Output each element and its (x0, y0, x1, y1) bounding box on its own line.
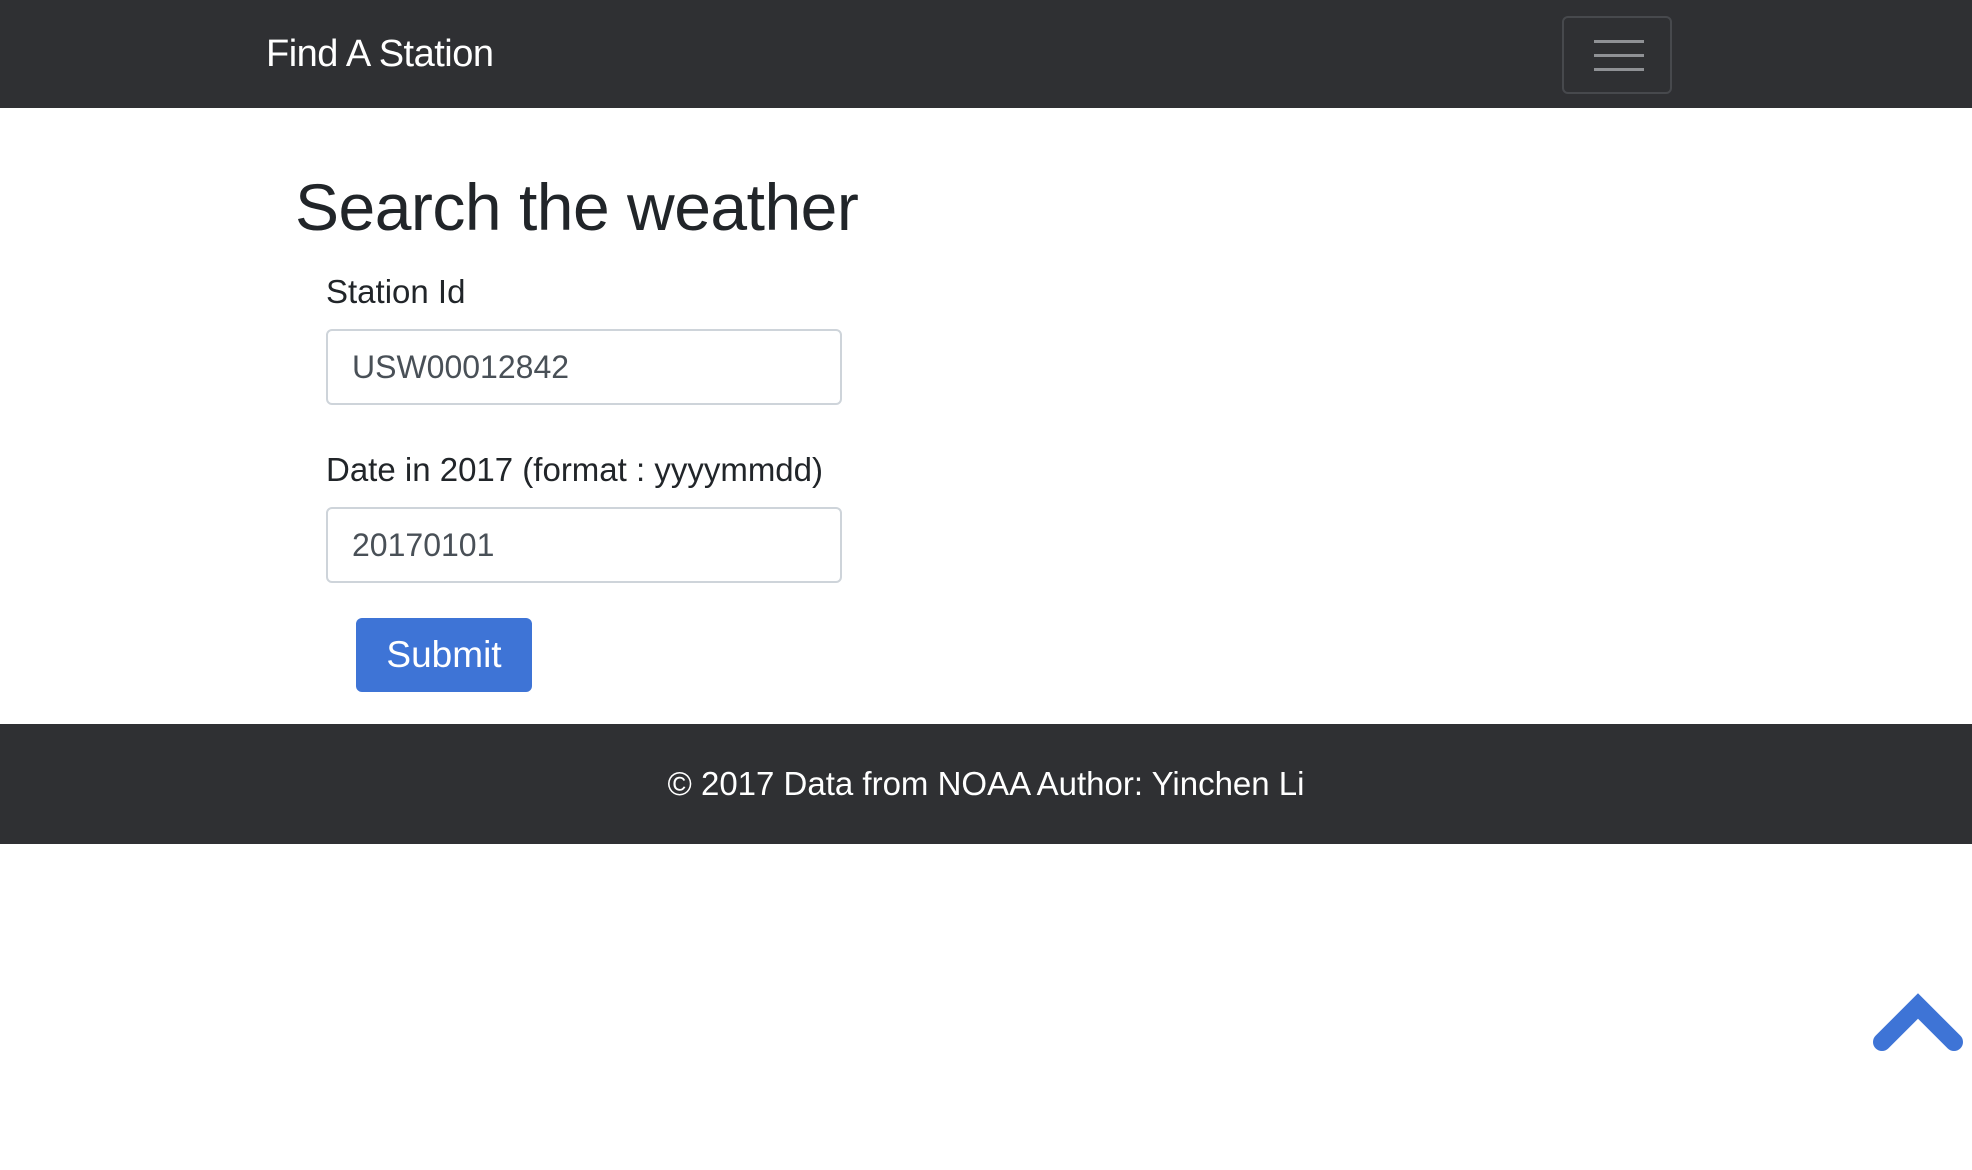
date-input[interactable] (326, 507, 842, 583)
top-navbar: Find A Station (0, 0, 1972, 108)
station-id-input[interactable] (326, 329, 842, 405)
navbar-toggle-button[interactable] (1562, 16, 1672, 94)
chevron-up-icon (1873, 993, 1963, 1051)
date-label: Date in 2017 (format : yyyymmdd) (326, 451, 823, 488)
page-title: Search the weather (295, 170, 859, 244)
navbar-brand[interactable]: Find A Station (266, 29, 494, 79)
page-footer: © 2017 Data from NOAA Author: Yinchen Li (0, 724, 1972, 844)
footer-credits: © 2017 Data from NOAA Author: Yinchen Li (667, 765, 1305, 802)
submit-button[interactable]: Submit (356, 618, 532, 692)
station-id-label: Station Id (326, 273, 466, 310)
scroll-to-top-button[interactable] (1870, 990, 1966, 1054)
